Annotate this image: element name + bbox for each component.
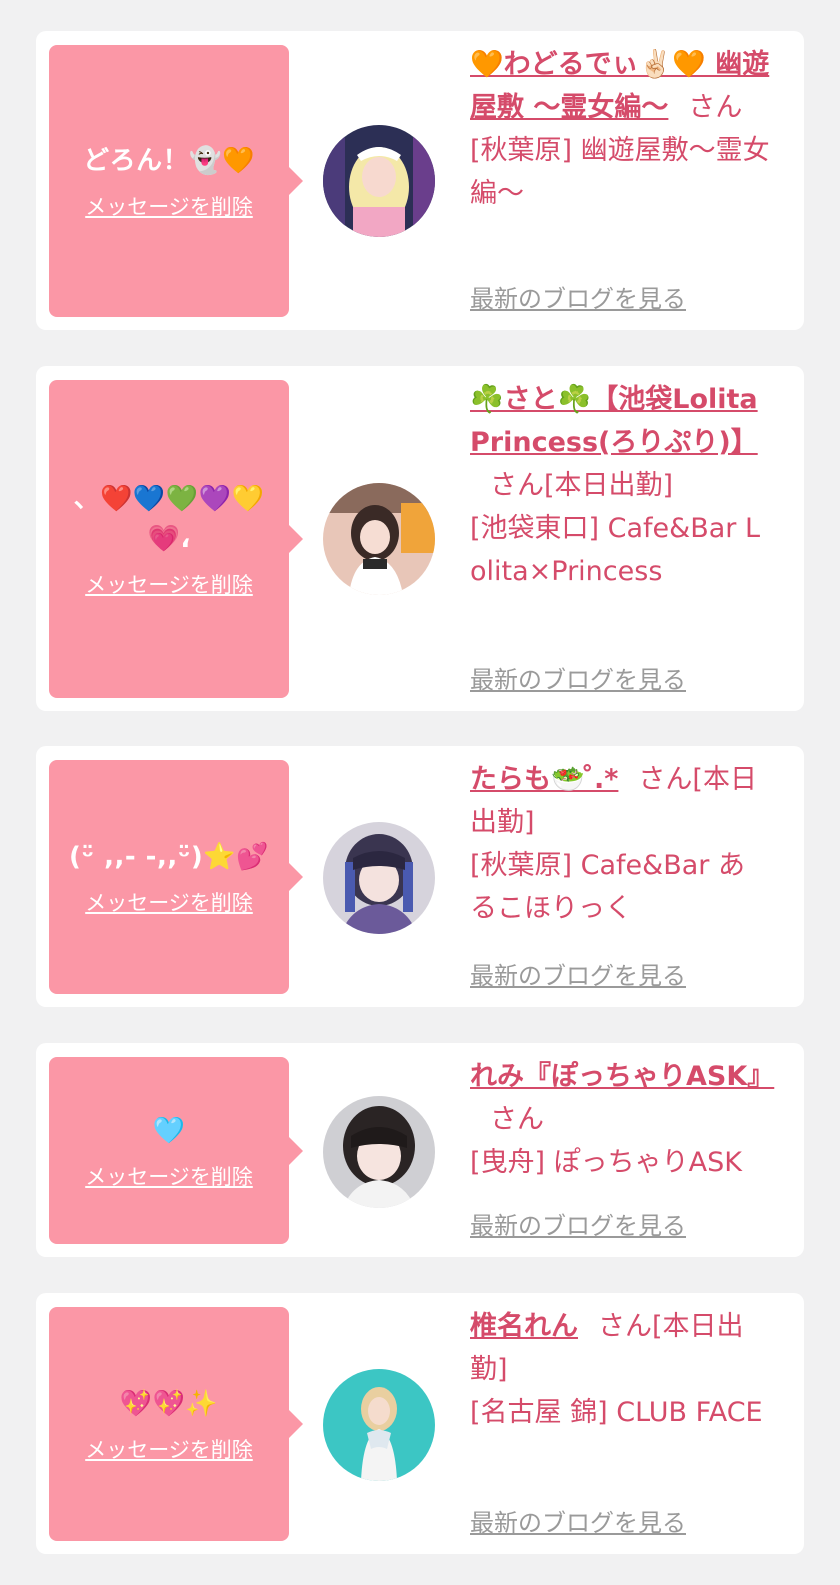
shop-info: [名古屋 錦] CLUB FACE	[470, 1397, 763, 1428]
message-bubble: (ᵕ̈ ,,- -,,ᵕ̈)⭐💕 メッセージを削除	[49, 760, 303, 994]
message-card: どろん！👻🧡 メッセージを削除 🧡わどるでぃ✌🏻🧡 幽遊屋敷 〜霊女編〜 さん […	[36, 31, 804, 330]
latest-blog-link[interactable]: 最新のブログを見る	[470, 660, 686, 695]
cast-info: ☘️さと☘️【池袋LolitaPrincess(ろりぷり)】さん[本日出勤] […	[470, 378, 770, 593]
avatar[interactable]	[323, 1369, 435, 1481]
honorific: さん	[490, 1104, 544, 1135]
message-text: 、❤️💙💚💜💛💗،	[73, 484, 265, 554]
message-text: (ᵕ̈ ,,- -,,ᵕ̈)⭐💕	[68, 842, 270, 872]
shop-info: [秋葉原] 幽遊屋敷〜霊女編〜	[470, 135, 770, 209]
message-bubble: 💖💖✨ メッセージを削除	[49, 1307, 303, 1541]
latest-blog-link[interactable]: 最新のブログを見る	[470, 1206, 686, 1241]
cast-info: 🧡わどるでぃ✌🏻🧡 幽遊屋敷 〜霊女編〜 さん [秋葉原] 幽遊屋敷〜霊女編〜	[470, 43, 770, 215]
latest-blog-link[interactable]: 最新のブログを見る	[470, 956, 686, 991]
avatar[interactable]	[323, 1096, 435, 1208]
cast-name-link[interactable]: ☘️さと☘️【池袋LolitaPrincess(ろりぷり)】	[470, 384, 758, 458]
avatar[interactable]	[323, 483, 435, 595]
cast-info: たらも🥗 ̊.* さん[本日出勤] [秋葉原] Cafe&Bar あるこほりっく	[470, 758, 770, 930]
cast-name-link[interactable]: れみ『ぽっちゃりASK』	[470, 1061, 774, 1092]
cast-info: 椎名れん さん[本日出勤] [名古屋 錦] CLUB FACE	[470, 1305, 770, 1434]
delete-message-link[interactable]: メッセージを削除	[85, 1161, 253, 1191]
message-card: (ᵕ̈ ,,- -,,ᵕ̈)⭐💕 メッセージを削除 たらも🥗 ̊.* さん[本日出…	[36, 746, 804, 1007]
avatar[interactable]	[323, 822, 435, 934]
message-bubble: 、❤️💙💚💜💛💗، メッセージを削除	[49, 380, 303, 698]
cast-info: れみ『ぽっちゃりASK』さん [曳舟] ぽっちゃりASK	[470, 1055, 774, 1184]
message-bubble: どろん！👻🧡 メッセージを削除	[49, 45, 303, 317]
shop-info: [池袋東口] Cafe&Bar Lolita×Princess	[470, 513, 761, 587]
message-text: 🩵	[152, 1115, 186, 1146]
avatar[interactable]	[323, 125, 435, 237]
message-card: 🩵 メッセージを削除 れみ『ぽっちゃりASK』さん [曳舟] ぽっちゃりASK …	[36, 1043, 804, 1257]
message-card: 、❤️💙💚💜💛💗، メッセージを削除 ☘️さと☘️【池袋LolitaPrince…	[36, 366, 804, 711]
latest-blog-link[interactable]: 最新のブログを見る	[470, 1503, 686, 1538]
shop-info: [秋葉原] Cafe&Bar あるこほりっく	[470, 850, 745, 924]
cast-name-link[interactable]: 椎名れん	[470, 1311, 578, 1342]
delete-message-link[interactable]: メッセージを削除	[85, 887, 253, 917]
cast-name-link[interactable]: たらも🥗 ̊.*	[470, 764, 618, 795]
delete-message-link[interactable]: メッセージを削除	[85, 1434, 253, 1464]
message-text: どろん！👻🧡	[83, 146, 255, 176]
delete-message-link[interactable]: メッセージを削除	[85, 191, 253, 221]
honorific: さん	[688, 92, 743, 123]
shop-info: [曳舟] ぽっちゃりASK	[470, 1147, 742, 1178]
message-card: 💖💖✨ メッセージを削除 椎名れん さん[本日出勤] [名古屋 錦] CLUB F…	[36, 1293, 804, 1554]
honorific: さん[本日出勤]	[490, 470, 674, 501]
latest-blog-link[interactable]: 最新のブログを見る	[470, 279, 686, 314]
message-bubble: 🩵 メッセージを削除	[49, 1057, 303, 1244]
message-text: 💖💖✨	[119, 1389, 219, 1419]
delete-message-link[interactable]: メッセージを削除	[85, 569, 253, 599]
